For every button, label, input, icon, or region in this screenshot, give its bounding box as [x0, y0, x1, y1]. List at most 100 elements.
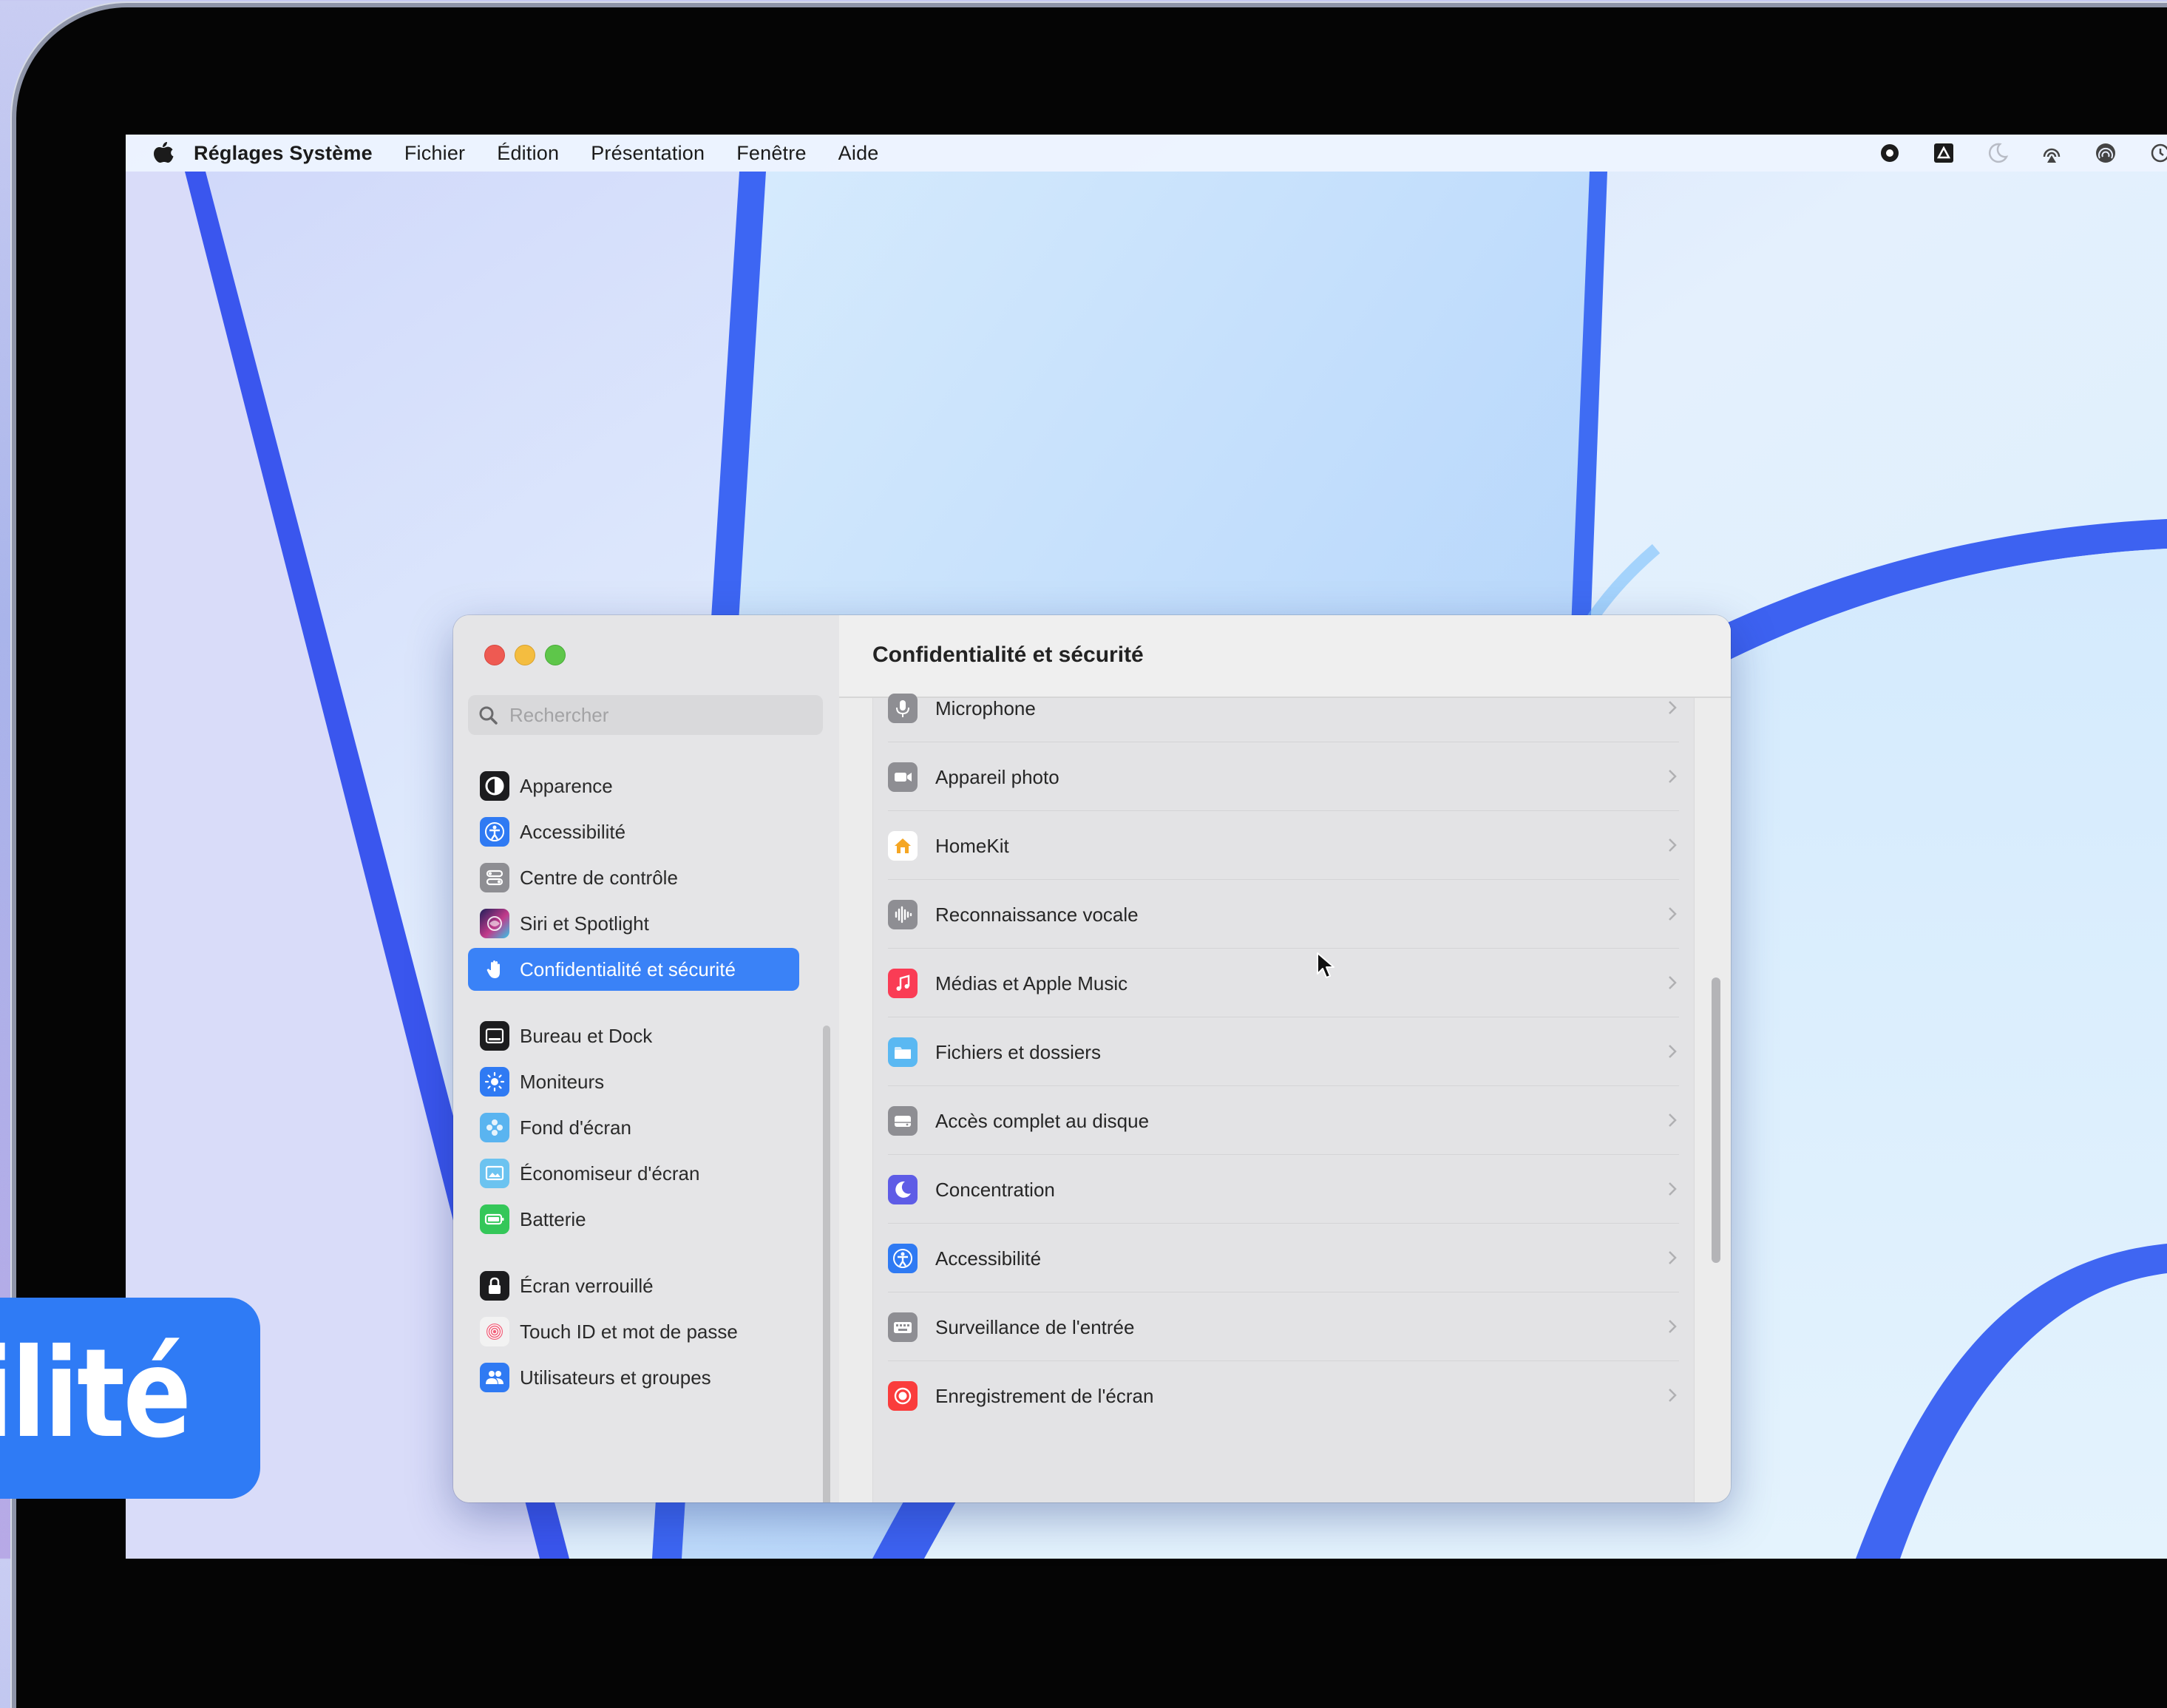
sidebar-item-label: Moniteurs	[520, 1070, 605, 1093]
sidebar-item-fond-d-ecran[interactable]: Fond d'écran	[468, 1106, 799, 1149]
sidebar-item-utilisateurs-et-groupes[interactable]: Utilisateurs et groupes	[468, 1356, 799, 1399]
overlay-caption-text: bilité	[0, 1323, 191, 1465]
accessibility-icon	[888, 1244, 918, 1273]
row-label: Médias et Apple Music	[935, 972, 1128, 994]
row-reconnaissance-vocale[interactable]: Reconnaissance vocale	[873, 881, 1694, 949]
airplay-audio-icon[interactable]	[2040, 141, 2063, 165]
status-icons	[1878, 135, 2167, 172]
menu-edition[interactable]: Édition	[497, 142, 559, 165]
row-homekit[interactable]: HomeKit	[873, 812, 1694, 880]
focus-moon-icon[interactable]	[1986, 141, 2010, 165]
camera-icon	[888, 762, 918, 792]
chevron-right-icon	[1669, 1389, 1677, 1402]
sidebar-item-confidentialite-et-securite[interactable]: Confidentialité et sécurité	[468, 948, 799, 991]
lock-icon	[480, 1271, 509, 1301]
chevron-right-icon	[1669, 1320, 1677, 1333]
record-icon[interactable]	[1878, 141, 1902, 165]
chevron-right-icon	[1669, 770, 1677, 783]
row-fichiers-et-dossiers[interactable]: Fichiers et dossiers	[873, 1018, 1694, 1086]
accessibility-icon	[480, 817, 509, 847]
sidebar-item-label: Accessibilité	[520, 820, 626, 843]
search-icon	[479, 706, 498, 725]
hand-icon	[480, 955, 509, 984]
zoom-button[interactable]	[545, 645, 566, 665]
row-label: Accessibilité	[935, 1247, 1042, 1270]
folder-icon	[888, 1037, 918, 1067]
sidebar-item-accessibilite[interactable]: Accessibilité	[468, 810, 799, 853]
search-field[interactable]	[468, 695, 823, 735]
sidebar-item-label: Touch ID et mot de passe	[520, 1320, 738, 1343]
sidebar-item-ecran-verrouille[interactable]: Écran verrouillé	[468, 1264, 799, 1307]
search-input[interactable]	[508, 702, 807, 728]
music-note-icon	[888, 969, 918, 998]
wallpaper-icon	[480, 1113, 509, 1142]
sidebar-item-moniteurs[interactable]: Moniteurs	[468, 1060, 799, 1103]
row-label: Appareil photo	[935, 765, 1059, 788]
record-icon	[888, 1381, 918, 1411]
row-appareil-photo[interactable]: Appareil photo	[873, 743, 1694, 811]
dock-icon	[480, 1021, 509, 1051]
row-accessibilite[interactable]: Accessibilité	[873, 1224, 1694, 1292]
chevron-right-icon	[1669, 1251, 1677, 1264]
sidebar-item-label: Utilisateurs et groupes	[520, 1366, 711, 1389]
siri-icon	[480, 909, 509, 938]
sidebar: Apparence Accessibilité Centre de contrô…	[453, 615, 841, 1502]
airdrop-icon[interactable]	[2094, 141, 2117, 165]
sidebar-item-label: Confidentialité et sécurité	[520, 958, 736, 980]
menu-aide[interactable]: Aide	[838, 142, 879, 165]
row-medias-et-apple-music[interactable]: Médias et Apple Music	[873, 949, 1694, 1017]
chevron-right-icon	[1669, 1114, 1677, 1127]
keyboard-icon	[888, 1312, 918, 1342]
chevron-right-icon	[1669, 907, 1677, 921]
drive-icon[interactable]	[1932, 141, 1956, 165]
sidebar-item-economiseur-d-ecran[interactable]: Économiseur d'écran	[468, 1152, 799, 1195]
row-label: Surveillance de l'entrée	[935, 1315, 1135, 1338]
menu-bar: Réglages Système Fichier Édition Présent…	[126, 135, 2167, 172]
mouse-cursor-icon	[1317, 952, 1335, 978]
moon-icon	[888, 1175, 918, 1204]
content-scrollbar[interactable]	[1712, 977, 1720, 1263]
row-enregistrement-de-l-ecran[interactable]: Enregistrement de l'écran	[873, 1362, 1694, 1430]
sidebar-item-label: Bureau et Dock	[520, 1024, 653, 1047]
row-surveillance-de-l-entree[interactable]: Surveillance de l'entrée	[873, 1293, 1694, 1361]
microphone-icon	[888, 694, 918, 723]
row-label: Reconnaissance vocale	[935, 903, 1139, 926]
sidebar-item-label: Fond d'écran	[520, 1116, 631, 1139]
menu-app-name[interactable]: Réglages Système	[194, 142, 373, 165]
waveform-icon	[888, 900, 918, 929]
chevron-right-icon	[1669, 701, 1677, 714]
battery-icon	[480, 1204, 509, 1234]
row-label: Microphone	[935, 697, 1036, 719]
sidebar-scrollbar[interactable]	[823, 1026, 830, 1502]
sidebar-item-label: Économiseur d'écran	[520, 1162, 700, 1185]
chevron-right-icon	[1669, 838, 1677, 852]
content-pane: Confidentialité et sécurité Microphone A…	[839, 615, 1731, 1502]
apple-logo-icon[interactable]	[152, 140, 174, 166]
menu-presentation[interactable]: Présentation	[591, 142, 705, 165]
sidebar-item-batterie[interactable]: Batterie	[468, 1198, 799, 1241]
time-machine-icon[interactable]	[2148, 141, 2167, 165]
overlay-caption-badge: bilité	[0, 1298, 260, 1499]
chevron-right-icon	[1669, 1045, 1677, 1058]
disk-icon	[888, 1106, 918, 1136]
sidebar-item-apparence[interactable]: Apparence	[468, 765, 799, 807]
sidebar-item-label: Siri et Spotlight	[520, 912, 649, 935]
row-label: Accès complet au disque	[935, 1109, 1150, 1132]
menu-fenetre[interactable]: Fenêtre	[736, 142, 806, 165]
row-concentration[interactable]: Concentration	[873, 1156, 1694, 1224]
row-microphone[interactable]: Microphone	[873, 674, 1694, 742]
privacy-list: Microphone Appareil photo HomeKit Reconn…	[872, 694, 1695, 1502]
fingerprint-icon	[480, 1317, 509, 1346]
display-icon	[480, 1067, 509, 1097]
chevron-right-icon	[1669, 976, 1677, 989]
sidebar-item-touch-id[interactable]: Touch ID et mot de passe	[468, 1310, 799, 1353]
sidebar-item-centre-de-controle[interactable]: Centre de contrôle	[468, 856, 799, 899]
minimize-button[interactable]	[515, 645, 535, 665]
close-button[interactable]	[484, 645, 505, 665]
sidebar-item-siri-et-spotlight[interactable]: Siri et Spotlight	[468, 902, 799, 945]
row-acces-complet-au-disque[interactable]: Accès complet au disque	[873, 1087, 1694, 1155]
home-icon	[888, 831, 918, 861]
menu-fichier[interactable]: Fichier	[404, 142, 465, 165]
users-icon	[480, 1363, 509, 1392]
sidebar-item-bureau-et-dock[interactable]: Bureau et Dock	[468, 1014, 799, 1057]
